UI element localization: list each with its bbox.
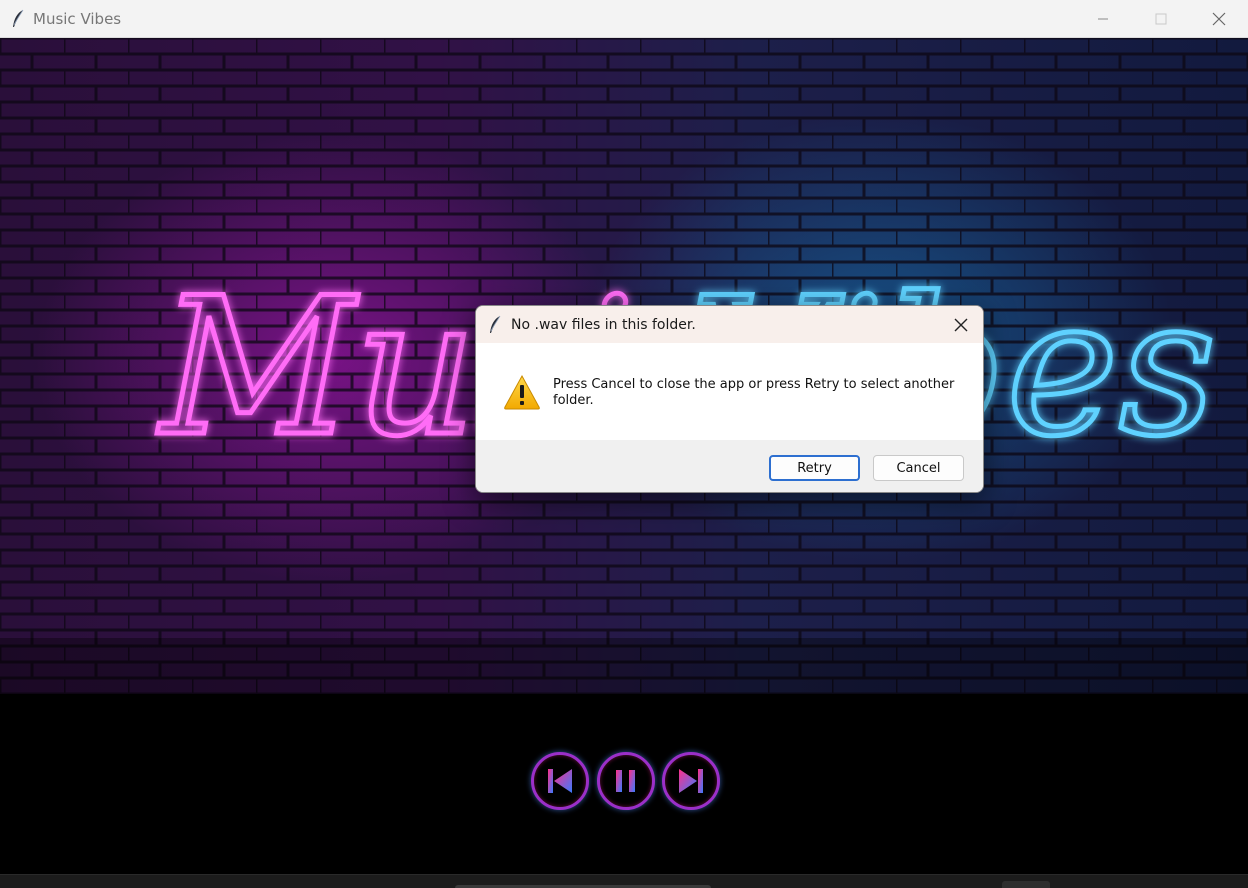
error-dialog: No .wav files in this folder. Press Canc… bbox=[475, 305, 984, 493]
window-controls bbox=[1074, 0, 1248, 38]
dialog-body: Press Cancel to close the app or press R… bbox=[476, 343, 983, 440]
feather-icon bbox=[490, 315, 501, 333]
retry-button[interactable]: Retry bbox=[769, 455, 860, 481]
skip-previous-icon bbox=[548, 769, 572, 793]
minimize-icon bbox=[1098, 18, 1108, 20]
maximize-button[interactable] bbox=[1132, 0, 1190, 38]
close-window-button[interactable] bbox=[1190, 0, 1248, 38]
feather-icon bbox=[13, 9, 24, 27]
taskbar-item bbox=[1002, 881, 1050, 888]
maximize-icon bbox=[1155, 13, 1167, 25]
pause-button[interactable] bbox=[597, 752, 655, 810]
next-button[interactable] bbox=[662, 752, 720, 810]
close-icon bbox=[954, 318, 968, 331]
pause-icon bbox=[616, 770, 635, 792]
dialog-message: Press Cancel to close the app or press R… bbox=[553, 377, 955, 408]
skip-next-icon bbox=[679, 769, 703, 793]
dialog-footer: Retry Cancel bbox=[476, 440, 983, 492]
close-icon bbox=[1212, 12, 1226, 26]
dialog-close-button[interactable] bbox=[939, 306, 983, 343]
dialog-titlebar: No .wav files in this folder. bbox=[476, 306, 983, 343]
player-controls bbox=[0, 694, 1248, 874]
taskbar-edge bbox=[0, 874, 1248, 888]
previous-button[interactable] bbox=[531, 752, 589, 810]
window-title: Music Vibes bbox=[33, 9, 122, 28]
minimize-button[interactable] bbox=[1074, 0, 1132, 38]
cancel-button[interactable]: Cancel bbox=[873, 455, 964, 481]
window-titlebar: Music Vibes bbox=[0, 0, 1248, 38]
warning-icon bbox=[504, 374, 540, 410]
dialog-title: No .wav files in this folder. bbox=[511, 316, 696, 333]
